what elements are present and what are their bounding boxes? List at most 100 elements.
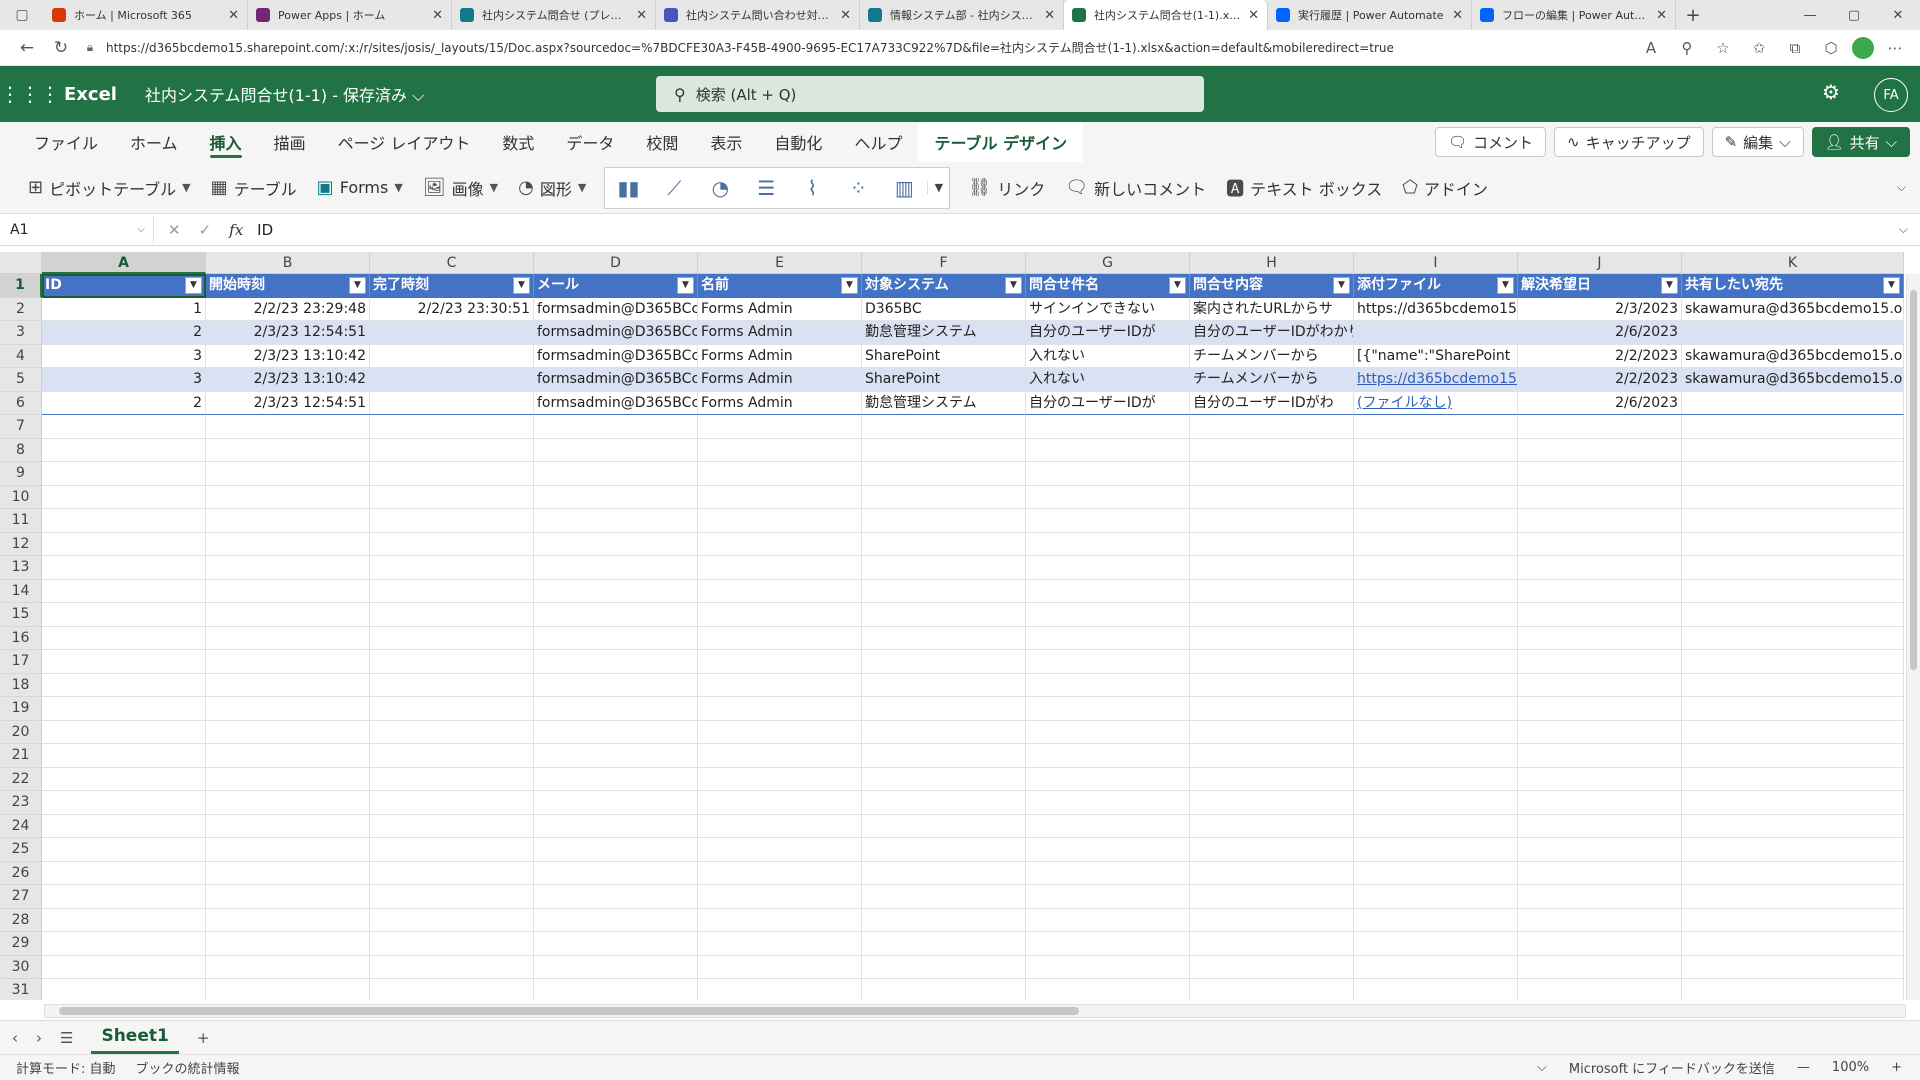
empty-cell[interactable] xyxy=(698,885,862,909)
ribbon-tab[interactable]: ファイル xyxy=(18,122,114,162)
row-header[interactable]: 13 xyxy=(0,556,42,580)
table-cell[interactable]: formsadmin@D365BCc xyxy=(534,344,698,368)
empty-cell[interactable] xyxy=(370,438,534,462)
empty-cell[interactable] xyxy=(1682,626,1904,650)
horizontal-scrollbar[interactable] xyxy=(44,1004,1906,1018)
row-header[interactable]: 19 xyxy=(0,697,42,721)
empty-cell[interactable] xyxy=(42,767,206,791)
empty-cell[interactable] xyxy=(206,673,370,697)
table-cell[interactable]: 3 xyxy=(42,344,206,368)
empty-cell[interactable] xyxy=(1354,720,1518,744)
browser-tab[interactable]: ホーム | Microsoft 365 ✕ xyxy=(44,0,248,30)
empty-cell[interactable] xyxy=(862,650,1026,674)
empty-cell[interactable] xyxy=(370,861,534,885)
empty-cell[interactable] xyxy=(1682,744,1904,768)
empty-cell[interactable] xyxy=(1026,462,1190,486)
filter-dropdown-icon[interactable]: ▼ xyxy=(513,277,530,294)
browser-tab[interactable]: 社内システム問合せ(1-1).xlsx ✕ xyxy=(1064,0,1268,30)
empty-cell[interactable] xyxy=(42,438,206,462)
table-cell[interactable]: skawamura@d365bcdemo15.o xyxy=(1682,344,1904,368)
empty-cell[interactable] xyxy=(1026,650,1190,674)
empty-cell[interactable] xyxy=(1026,673,1190,697)
empty-cell[interactable] xyxy=(534,932,698,956)
empty-cell[interactable] xyxy=(1354,838,1518,862)
empty-cell[interactable] xyxy=(206,626,370,650)
table-cell[interactable]: 2/2/2023 xyxy=(1518,344,1682,368)
ribbon-tab[interactable]: ヘルプ xyxy=(838,122,918,162)
empty-cell[interactable] xyxy=(206,697,370,721)
vertical-scrollbar[interactable] xyxy=(1906,274,1920,1000)
empty-cell[interactable] xyxy=(42,885,206,909)
empty-cell[interactable] xyxy=(1354,509,1518,533)
empty-cell[interactable] xyxy=(1026,556,1190,580)
empty-cell[interactable] xyxy=(1682,509,1904,533)
empty-cell[interactable] xyxy=(1518,955,1682,979)
ribbon-tab[interactable]: テーブル デザイン xyxy=(918,122,1084,162)
favorite-star-icon[interactable]: ☆ xyxy=(1708,39,1738,57)
row-header[interactable]: 14 xyxy=(0,579,42,603)
table-cell[interactable]: 2 xyxy=(42,321,206,345)
empty-cell[interactable] xyxy=(206,579,370,603)
table-cell[interactable]: Forms Admin xyxy=(698,321,862,345)
empty-cell[interactable] xyxy=(698,979,862,1000)
select-all-corner[interactable] xyxy=(0,252,42,274)
link-button[interactable]: ⛓︎ リンク xyxy=(958,168,1055,208)
empty-cell[interactable] xyxy=(1518,650,1682,674)
table-cell[interactable]: 案内されたURLからサ xyxy=(1190,297,1354,321)
empty-cell[interactable] xyxy=(42,579,206,603)
row-header[interactable]: 2 xyxy=(0,297,42,321)
empty-cell[interactable] xyxy=(1190,814,1354,838)
empty-cell[interactable] xyxy=(862,885,1026,909)
empty-cell[interactable] xyxy=(1682,979,1904,1000)
empty-cell[interactable] xyxy=(1354,885,1518,909)
table-header-cell[interactable]: 添付ファイル ▼ xyxy=(1354,274,1518,298)
empty-cell[interactable] xyxy=(534,908,698,932)
empty-cell[interactable] xyxy=(1354,556,1518,580)
row-header[interactable]: 24 xyxy=(0,814,42,838)
column-header[interactable]: D xyxy=(534,252,698,274)
table-cell[interactable]: formsadmin@D365BCc xyxy=(534,297,698,321)
empty-cell[interactable] xyxy=(370,603,534,627)
empty-cell[interactable] xyxy=(42,415,206,439)
empty-cell[interactable] xyxy=(1354,955,1518,979)
empty-cell[interactable] xyxy=(1682,791,1904,815)
row-header[interactable]: 17 xyxy=(0,650,42,674)
empty-cell[interactable] xyxy=(1518,767,1682,791)
refresh-icon[interactable]: ↻ xyxy=(44,38,78,58)
zoom-icon[interactable]: ⚲ xyxy=(1672,39,1702,57)
empty-cell[interactable] xyxy=(370,885,534,909)
maximize-icon[interactable]: ▢ xyxy=(1832,0,1876,30)
empty-cell[interactable] xyxy=(698,767,862,791)
empty-cell[interactable] xyxy=(206,438,370,462)
row-header[interactable]: 25 xyxy=(0,838,42,862)
empty-cell[interactable] xyxy=(862,438,1026,462)
empty-cell[interactable] xyxy=(206,650,370,674)
empty-cell[interactable] xyxy=(1026,720,1190,744)
table-cell[interactable]: 2/2/23 23:30:51 xyxy=(370,297,534,321)
empty-cell[interactable] xyxy=(534,697,698,721)
table-cell[interactable]: 自分のユーザーIDが xyxy=(1026,321,1190,345)
empty-cell[interactable] xyxy=(862,908,1026,932)
empty-cell[interactable] xyxy=(206,485,370,509)
row-header[interactable]: 12 xyxy=(0,532,42,556)
table-cell[interactable]: https://d365bcdemo15 xyxy=(1354,368,1518,392)
browser-tab[interactable]: フローの編集 | Power Automate ✕ xyxy=(1472,0,1676,30)
read-aloud-icon[interactable]: A xyxy=(1636,39,1666,57)
empty-cell[interactable] xyxy=(206,908,370,932)
empty-cell[interactable] xyxy=(1682,485,1904,509)
empty-cell[interactable] xyxy=(862,415,1026,439)
empty-cell[interactable] xyxy=(1354,462,1518,486)
row-header[interactable]: 1 xyxy=(0,274,42,298)
share-button[interactable]: 👤︎ 共有 ⌵ xyxy=(1811,127,1910,157)
close-tab-icon[interactable]: ✕ xyxy=(432,8,443,23)
empty-cell[interactable] xyxy=(1026,932,1190,956)
minimize-icon[interactable]: — xyxy=(1788,0,1832,30)
empty-cell[interactable] xyxy=(370,720,534,744)
row-header[interactable]: 6 xyxy=(0,391,42,415)
row-header[interactable]: 31 xyxy=(0,979,42,1000)
empty-cell[interactable] xyxy=(534,579,698,603)
row-header[interactable]: 20 xyxy=(0,720,42,744)
empty-cell[interactable] xyxy=(534,485,698,509)
empty-cell[interactable] xyxy=(206,603,370,627)
chevron-down-icon[interactable]: ⌵ xyxy=(1897,180,1920,195)
